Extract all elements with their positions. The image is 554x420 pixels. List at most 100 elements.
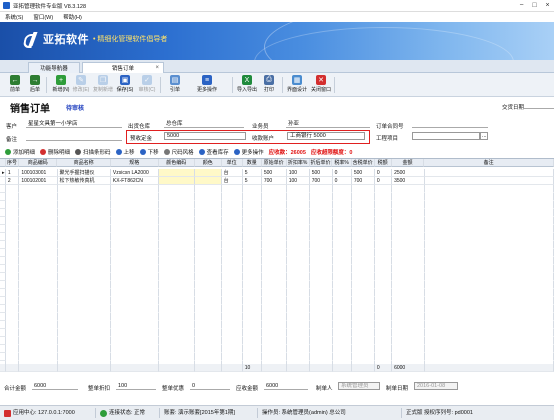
table-row[interactable]: 2 100102001 松下热敏传真机 KX-FT862CN 台 5 700 100 700 0 7… <box>0 177 554 185</box>
tab-sales-order[interactable]: 销售订单 × <box>82 62 164 73</box>
empty-cell <box>310 257 333 265</box>
column-header[interactable]: 备注 <box>424 159 554 167</box>
column-header[interactable]: 金额 <box>391 159 425 167</box>
grid-tool-7[interactable]: 更多操作 <box>233 148 264 156</box>
table-cell[interactable]: 台 <box>221 177 243 185</box>
table-cell[interactable]: 0 <box>332 177 352 185</box>
table-cell[interactable]: 2 <box>5 177 20 185</box>
table-cell[interactable] <box>194 177 222 185</box>
salesman-field[interactable]: 孙亚 <box>286 120 370 128</box>
discount-amount-field[interactable]: 0 <box>190 382 230 390</box>
warehouse-field[interactable]: 总仓库 <box>164 120 244 128</box>
table-cell[interactable]: 3500 <box>392 177 425 185</box>
column-header[interactable]: 序号 <box>5 159 20 167</box>
table-cell[interactable]: 聚光手握扫描仪 <box>57 169 111 177</box>
column-header[interactable]: 税率% <box>332 159 352 167</box>
table-cell[interactable]: KX-FT862CN <box>110 177 159 185</box>
project-field[interactable] <box>412 132 480 140</box>
table-cell[interactable]: 700 <box>309 177 333 185</box>
empty-cell <box>375 321 393 329</box>
table-cell[interactable]: 5 <box>242 169 262 177</box>
table-cell[interactable]: 500 <box>351 169 375 177</box>
toolbar-button-10[interactable]: ⎙ 打印 <box>258 75 280 93</box>
column-header[interactable]: 单位 <box>221 159 243 167</box>
account-field[interactable]: 工商银行 5000 <box>287 132 365 140</box>
project-browse-button[interactable]: ... <box>480 132 488 140</box>
close-window-button[interactable]: × <box>541 0 554 11</box>
toolbar-button-11[interactable]: ▦ 界面设计 <box>286 75 308 93</box>
toolbar-button-2[interactable]: + 新增(N) <box>50 75 72 93</box>
empty-cell <box>19 313 58 321</box>
deposit-field[interactable]: 5000 <box>164 132 246 140</box>
column-header[interactable]: 原始单价 <box>261 159 287 167</box>
menu-window[interactable]: 窗口(W) <box>28 13 58 21</box>
table-cell[interactable] <box>158 169 195 177</box>
table-cell[interactable]: 700 <box>261 177 287 185</box>
column-header[interactable]: 折扣率% <box>286 159 310 167</box>
column-header[interactable]: 规格 <box>110 159 159 167</box>
toolbar-button-6[interactable]: ✓ 审核(C) <box>136 75 158 93</box>
table-cell[interactable]: 松下热敏传真机 <box>57 177 111 185</box>
grid-tool-4[interactable]: 下移 <box>139 148 159 156</box>
toolbar-button-12[interactable]: ✕ 关闭窗口 <box>310 75 332 93</box>
empty-cell <box>310 265 333 273</box>
toolbar-button-3[interactable]: ✎ 修改(E) <box>70 75 92 93</box>
toolbar-button-4[interactable]: ❐ 复制新增 <box>92 75 114 93</box>
table-cell[interactable]: Vzsicsn LA2000 <box>110 169 159 177</box>
toolbar-button-9[interactable]: X 导入导出 <box>236 75 258 93</box>
table-cell[interactable]: 5 <box>242 177 262 185</box>
table-cell[interactable]: 2500 <box>392 169 425 177</box>
toolbar-button-8[interactable]: ≡ 更多操作 <box>196 75 218 93</box>
table-cell[interactable]: 100102001 <box>19 177 58 185</box>
column-header[interactable]: 折后单价 <box>309 159 333 167</box>
table-cell[interactable]: 500 <box>309 169 333 177</box>
column-header[interactable]: 颜色 <box>194 159 222 167</box>
maximize-button[interactable]: □ <box>528 0 541 11</box>
total-amount-field[interactable]: 6000 <box>32 382 78 390</box>
import-doc-icon: ▤ <box>170 75 180 85</box>
table-cell[interactable]: 100 <box>286 169 310 177</box>
column-header[interactable]: 商品编码 <box>19 159 58 167</box>
delivery-date-field[interactable] <box>524 101 554 109</box>
toolbar-button-5[interactable]: ▣ 保存(S) <box>114 75 136 93</box>
grid-tool-0[interactable]: 添加明细 <box>5 148 35 156</box>
column-header[interactable]: 数量 <box>242 159 262 167</box>
table-cell[interactable]: 台 <box>221 169 243 177</box>
tab-function-navigator[interactable]: 功能导航器 <box>28 62 80 73</box>
menu-system[interactable]: 系统(S) <box>0 13 28 21</box>
contract-no-field[interactable] <box>412 120 488 128</box>
grid-tool-1[interactable]: 删除明细 <box>40 148 70 156</box>
table-cell[interactable] <box>424 169 554 177</box>
grid-tool-5[interactable]: 尺码风格 <box>163 148 194 156</box>
table-cell[interactable]: 0 <box>374 177 393 185</box>
remark-field[interactable] <box>26 133 122 141</box>
table-cell[interactable]: 700 <box>351 177 375 185</box>
grid-tool-6[interactable]: 查看库存 <box>198 148 229 156</box>
minimize-button[interactable]: − <box>515 0 528 11</box>
column-header[interactable]: 含税单价 <box>351 159 375 167</box>
column-header[interactable]: 颜色编码 <box>158 159 195 167</box>
toolbar-button-7[interactable]: ▤ 引单 <box>164 75 186 93</box>
toolbar-button-1[interactable]: → 后单 <box>24 75 46 93</box>
table-cell[interactable]: 0 <box>332 169 352 177</box>
empty-cell <box>310 289 333 297</box>
column-header[interactable]: 商品名称 <box>57 159 111 167</box>
table-cell[interactable]: 100103001 <box>19 169 58 177</box>
table-row[interactable]: ▸ 1 100103001 聚光手握扫描仪 Vzsicsn LA2000 台 5 500 100… <box>0 169 554 177</box>
column-header[interactable]: 税额 <box>374 159 392 167</box>
tab-close-icon[interactable]: × <box>155 65 159 71</box>
grid-tool-2[interactable]: 扫描条形码 <box>75 148 111 156</box>
table-cell[interactable] <box>424 177 554 185</box>
table-cell[interactable] <box>158 177 195 185</box>
table-cell[interactable] <box>194 169 222 177</box>
toolbar-button-0[interactable]: ← 前单 <box>4 75 26 93</box>
menu-help[interactable]: 帮助(H) <box>58 13 87 21</box>
receivable-amount-field[interactable]: 6000 <box>264 382 308 390</box>
discount-rate-field[interactable]: 100 <box>116 382 156 390</box>
table-cell[interactable]: 100 <box>286 177 310 185</box>
table-cell[interactable]: 0 <box>374 169 393 177</box>
grid-tool-3[interactable]: 上移 <box>115 148 135 156</box>
table-cell[interactable]: 500 <box>261 169 287 177</box>
table-cell[interactable]: 1 <box>5 169 20 177</box>
customer-field[interactable]: 星星文具第一小学店 <box>26 120 122 128</box>
